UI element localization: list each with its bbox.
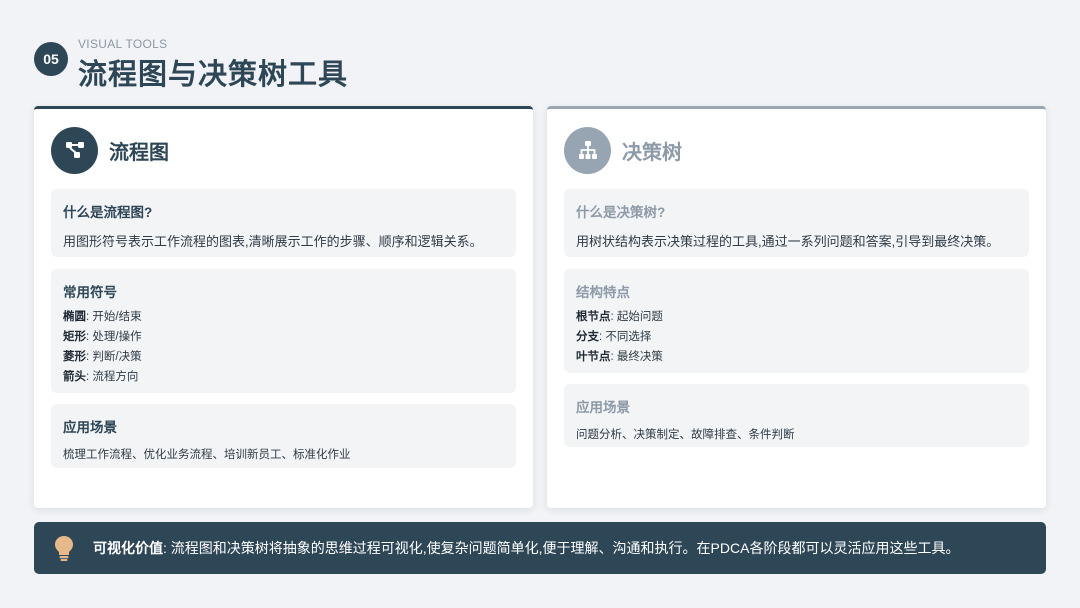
list-item: 根节点: 起始问题 [576,311,663,323]
value-callout-text: 可视化价值: 流程图和决策树将抽象的思维过程可视化,使复杂问题简单化,便于理解、… [93,540,960,556]
flowchart-symbols-title: 常用符号 [63,285,117,300]
decision-tree-card-header: 决策树 [564,126,682,174]
eyebrow-label: VISUAL TOOLS [78,37,168,51]
flowchart-card-title: 流程图 [109,141,169,164]
flowchart-definition-text: 用图形符号表示工作流程的图表,清晰展示工作的步骤、顺序和逻辑关系。 [63,234,483,249]
flowchart-definition-title: 什么是流程图? [63,205,153,220]
decision-tree-definition-box: 什么是决策树? 用树状结构表示决策过程的工具,通过一系列问题和答案,引导到最终决… [564,189,1029,257]
value-callout-bar: 可视化价值: 流程图和决策树将抽象的思维过程可视化,使复杂问题简单化,便于理解、… [34,522,1046,574]
flowchart-card-header: 流程图 [51,126,169,174]
list-item: 箭头: 流程方向 [63,371,139,383]
section-number-badge: 05 [34,42,68,76]
list-item: 菱形: 判断/决策 [63,351,142,363]
decision-tree-card-title: 决策树 [622,141,682,164]
decision-tree-scenarios-box: 应用场景 问题分析、决策制定、故障排查、条件判断 [564,384,1029,447]
flowchart-scenarios-text: 梳理工作流程、优化业务流程、培训新员工、标准化作业 [63,449,351,461]
decision-tree-card: 决策树 什么是决策树? 用树状结构表示决策过程的工具,通过一系列问题和答案,引导… [547,106,1046,508]
decision-tree-structure-box: 结构特点 根节点: 起始问题 分支: 不同选择 叶节点: 最终决策 [564,269,1029,373]
flowchart-definition-box: 什么是流程图? 用图形符号表示工作流程的图表,清晰展示工作的步骤、顺序和逻辑关系… [51,189,516,257]
list-item: 分支: 不同选择 [576,331,652,343]
decision-tree-definition-title: 什么是决策树? [576,205,666,220]
flowchart-icon [51,126,98,174]
decision-tree-structure-title: 结构特点 [576,285,630,300]
decision-tree-scenarios-title: 应用场景 [576,400,630,415]
decision-tree-definition-text: 用树状结构表示决策过程的工具,通过一系列问题和答案,引导到最终决策。 [576,234,1000,249]
hierarchy-tree-icon [564,126,611,174]
list-item: 矩形: 处理/操作 [63,331,142,343]
lightbulb-icon [52,534,76,562]
decision-tree-scenarios-text: 问题分析、决策制定、故障排查、条件判断 [576,429,795,441]
flowchart-scenarios-box: 应用场景 梳理工作流程、优化业务流程、培训新员工、标准化作业 [51,404,516,468]
list-item: 椭圆: 开始/结束 [63,311,142,323]
flowchart-symbols-box: 常用符号 椭圆: 开始/结束 矩形: 处理/操作 菱形: 判断/决策 箭头: 流… [51,269,516,393]
flowchart-card: 流程图 什么是流程图? 用图形符号表示工作流程的图表,清晰展示工作的步骤、顺序和… [34,106,533,508]
flowchart-scenarios-title: 应用场景 [63,420,117,435]
page-title: 流程图与决策树工具 [78,59,349,91]
list-item: 叶节点: 最终决策 [576,351,663,363]
